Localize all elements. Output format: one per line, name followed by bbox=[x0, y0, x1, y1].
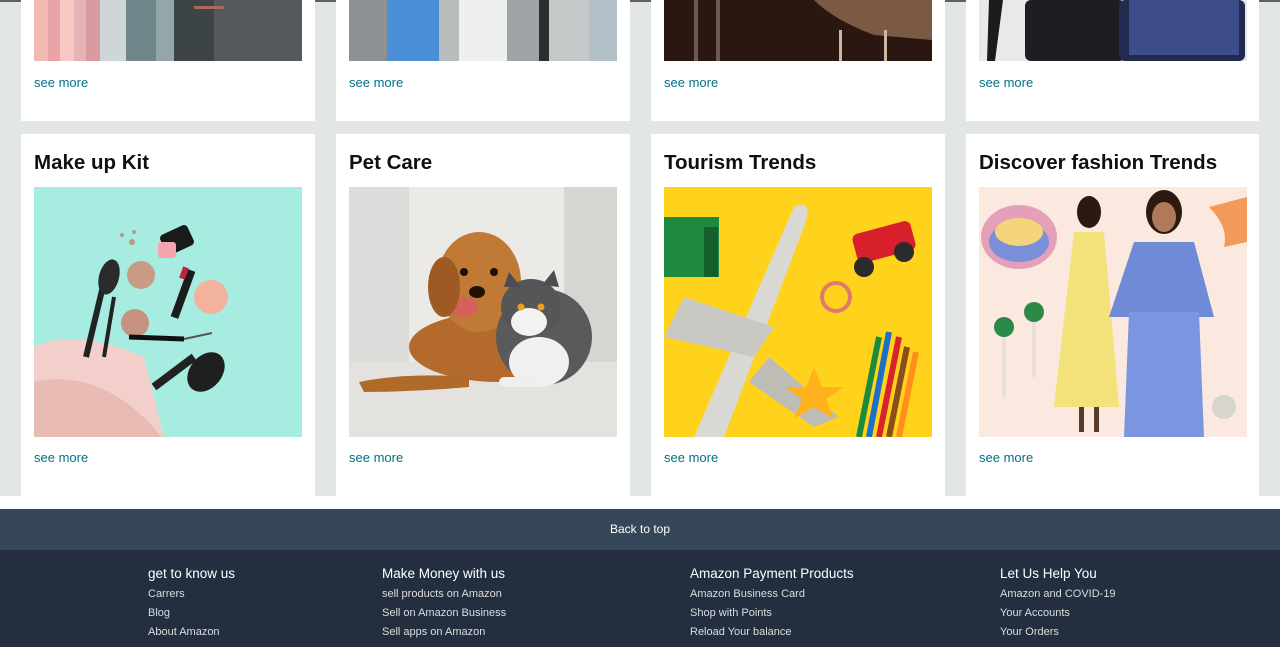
see-more-link[interactable]: see more bbox=[349, 75, 403, 90]
footer-column-make-money: Make Money with us sell products on Amaz… bbox=[382, 566, 506, 645]
footer-heading: Let Us Help You bbox=[1000, 566, 1097, 581]
see-more-link[interactable]: see more bbox=[979, 450, 1033, 465]
top-card-3: see more bbox=[651, 0, 945, 121]
footer-link-careers[interactable]: Carrers bbox=[148, 588, 235, 600]
footer-link-reload-balance[interactable]: Reload Your balance bbox=[690, 626, 854, 638]
footer-link-sell-products[interactable]: sell products on Amazon bbox=[382, 588, 506, 600]
footer-heading: Make Money with us bbox=[382, 566, 506, 581]
clothing-rack-image[interactable] bbox=[34, 0, 302, 61]
see-more-link[interactable]: see more bbox=[349, 450, 403, 465]
footer-link-about-amazon[interactable]: About Amazon bbox=[148, 626, 235, 638]
see-more-link[interactable]: see more bbox=[664, 75, 718, 90]
footer-heading: Amazon Payment Products bbox=[690, 566, 854, 581]
card-title: Make up Kit bbox=[34, 151, 150, 174]
footer-link-shop-with-points[interactable]: Shop with Points bbox=[690, 607, 854, 619]
card-title: Pet Care bbox=[349, 151, 433, 174]
footer-link-business-card[interactable]: Amazon Business Card bbox=[690, 588, 854, 600]
bottles-image[interactable] bbox=[349, 0, 617, 61]
footer-link-your-accounts[interactable]: Your Accounts bbox=[1000, 607, 1116, 619]
dog-and-cat-image[interactable] bbox=[349, 187, 617, 437]
footer-link-covid[interactable]: Amazon and COVID-19 bbox=[1000, 588, 1116, 600]
see-more-link[interactable]: see more bbox=[979, 75, 1033, 90]
toy-plane-and-pencils-image[interactable] bbox=[664, 187, 932, 437]
see-more-link[interactable]: see more bbox=[34, 75, 88, 90]
smartphone-image[interactable] bbox=[979, 0, 1247, 61]
footer-link-your-orders[interactable]: Your Orders bbox=[1000, 626, 1116, 638]
footer-column-help: Let Us Help You Amazon and COVID-19 Your… bbox=[1000, 566, 1116, 645]
footer-column-get-to-know-us: get to know us Carrers Blog About Amazon bbox=[148, 566, 235, 645]
footer-link-blog[interactable]: Blog bbox=[148, 607, 235, 619]
top-card-2: see more bbox=[336, 0, 630, 121]
footer-link-sell-business[interactable]: Sell on Amazon Business bbox=[382, 607, 506, 619]
card-makeup-kit: Make up Kit see more bbox=[21, 134, 315, 496]
furniture-image[interactable] bbox=[664, 0, 932, 61]
card-title: Discover fashion Trends bbox=[979, 151, 1218, 174]
section-divider bbox=[0, 496, 1280, 509]
see-more-link[interactable]: see more bbox=[664, 450, 718, 465]
top-card-4: see more bbox=[966, 0, 1259, 121]
see-more-link[interactable]: see more bbox=[34, 450, 88, 465]
card-fashion-trends: Discover fashion Trends see more bbox=[966, 134, 1259, 496]
footer: get to know us Carrers Blog About Amazon… bbox=[0, 550, 1280, 647]
fashion-models-image[interactable] bbox=[979, 187, 1247, 437]
card-title: Tourism Trends bbox=[664, 151, 817, 174]
card-tourism-trends: Tourism Trends see more bbox=[651, 134, 945, 496]
footer-heading: get to know us bbox=[148, 566, 236, 581]
top-card-row: see more see more see more see more bbox=[0, 0, 1280, 121]
footer-link-sell-apps[interactable]: Sell apps on Amazon bbox=[382, 626, 506, 638]
makeup-kit-image[interactable] bbox=[34, 187, 302, 437]
footer-column-payment-products: Amazon Payment Products Amazon Business … bbox=[690, 566, 854, 645]
back-to-top-button[interactable]: Back to top bbox=[0, 509, 1280, 550]
card-pet-care: Pet Care see more bbox=[336, 134, 630, 496]
top-card-1: see more bbox=[21, 0, 315, 121]
category-card-row: Make up Kit see more Pet Care see more T… bbox=[0, 134, 1280, 496]
